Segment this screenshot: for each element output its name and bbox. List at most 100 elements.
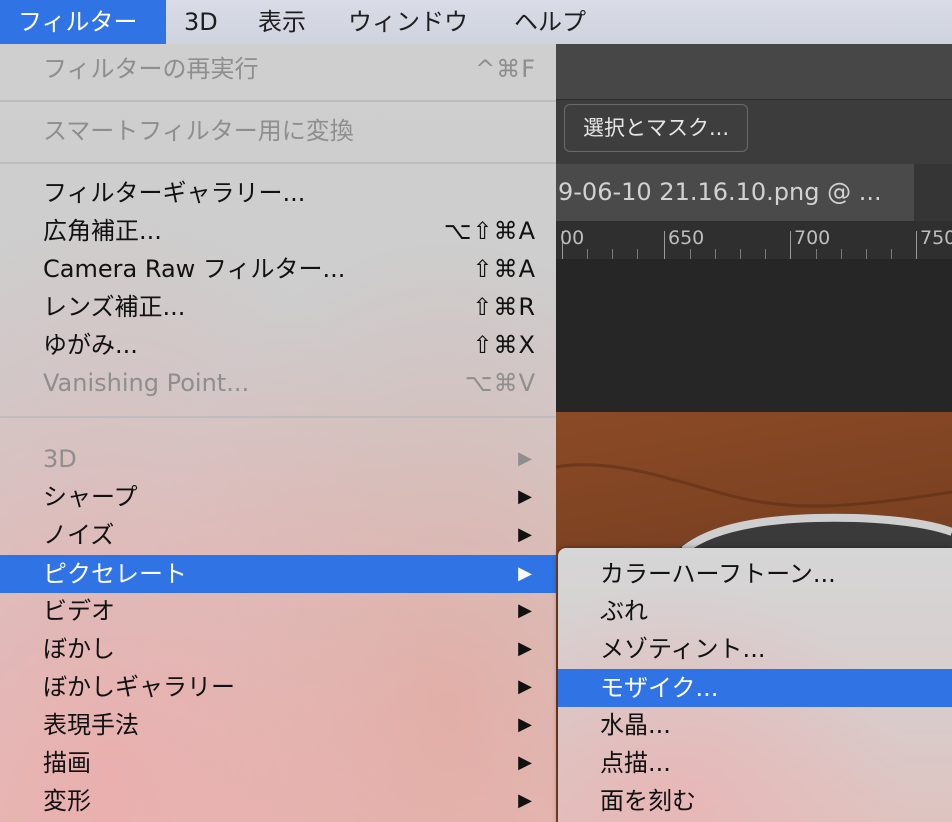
menu-filter[interactable]: フィルター [0, 0, 166, 44]
filter-menu: フィルターの再実行 ^⌘F スマートフィルター用に変換 フィルターギャラリー..… [0, 44, 556, 822]
submenu-arrow-icon: ▶ [518, 486, 532, 507]
pixelate-submenu: カラーハーフトーン... ぶれ メゾティント... モザイク... 水晶... … [558, 548, 952, 822]
submenu-item-color-halftone[interactable]: カラーハーフトーン... [558, 555, 952, 593]
menu-item-label: Camera Raw フィルター... [43, 255, 346, 283]
menu-item-label: フィルターの再実行 [43, 55, 259, 83]
menu-item-label: シャープ [43, 483, 138, 511]
submenu-item-mezzotint[interactable]: メゾティント... [558, 630, 952, 668]
canvas-pasteboard[interactable] [556, 259, 952, 412]
ruler-tick [790, 231, 791, 259]
menu-item-label: ピクセレート [43, 560, 187, 588]
submenu-arrow-icon: ▶ [518, 790, 532, 811]
menu-item-render[interactable]: 描画 ▶ [0, 744, 556, 782]
menu-item-label: 3D [43, 445, 77, 473]
submenu-item-pointillize[interactable]: 点描... [558, 744, 952, 782]
document-tab[interactable]: 9-06-10 21.16.10.png @ ... [556, 164, 914, 221]
submenu-arrow-icon: ▶ [518, 563, 532, 584]
menu-item-distort[interactable]: 変形 ▶ [0, 782, 556, 820]
menu-3d[interactable]: 3D [166, 0, 236, 44]
menu-item-pixelate[interactable]: ピクセレート ▶ [0, 555, 556, 593]
ruler-tick [866, 249, 867, 259]
menu-item-convert-smart-filter: スマートフィルター用に変換 [0, 112, 556, 150]
menu-item-label: レンズ補正... [43, 293, 186, 321]
menu-item-last-filter: フィルターの再実行 ^⌘F [0, 50, 556, 88]
menu-item-label: スマートフィルター用に変換 [43, 117, 354, 145]
ruler-tick [715, 249, 716, 259]
submenu-arrow-icon: ▶ [518, 448, 532, 469]
menu-item-filter-gallery[interactable]: フィルターギャラリー... [0, 174, 556, 212]
menu-item-3d: 3D ▶ [0, 440, 556, 478]
menu-item-label: モザイク... [600, 674, 719, 702]
tab-bar-empty [914, 164, 952, 221]
menu-item-label: ぶれ [600, 597, 648, 625]
menu-item-liquify[interactable]: ゆがみ... ⇧⌘X [0, 326, 556, 364]
ruler-tick [765, 249, 766, 259]
submenu-arrow-icon: ▶ [518, 752, 532, 773]
ruler-tick [841, 249, 842, 259]
submenu-arrow-icon: ▶ [518, 676, 532, 697]
submenu-arrow-icon: ▶ [518, 638, 532, 659]
menu-separator [0, 162, 556, 164]
submenu-arrow-icon: ▶ [518, 714, 532, 735]
menu-item-blur-gallery[interactable]: ぼかしギャラリー ▶ [0, 668, 556, 706]
menu-item-label: カラーハーフトーン... [600, 560, 836, 588]
menu-item-label: ぼかし [43, 635, 115, 663]
options-bar-top-strip [556, 44, 952, 100]
menu-item-label: 点描... [600, 749, 671, 777]
menu-item-label: 広角補正... [43, 217, 162, 245]
menu-item-adaptive-wide-angle[interactable]: 広角補正... ⌥⇧⌘A [0, 212, 556, 250]
menu-item-sharpen[interactable]: シャープ ▶ [0, 478, 556, 516]
menu-item-label: ノイズ [43, 521, 115, 549]
menu-item-label: メゾティント... [600, 635, 766, 663]
menu-item-label: 描画 [43, 749, 91, 777]
ruler-tick [740, 249, 741, 259]
menu-view[interactable]: 表示 [240, 0, 324, 44]
ruler-tick [612, 249, 613, 259]
ruler-tick [816, 249, 817, 259]
menu-item-label: Vanishing Point... [43, 369, 250, 397]
menu-separator [0, 416, 556, 418]
submenu-item-facet[interactable]: 面を刻む [558, 782, 952, 820]
menu-item-video[interactable]: ビデオ ▶ [0, 592, 556, 630]
ruler-label: 00 [560, 227, 585, 249]
menu-separator [0, 100, 556, 102]
ruler-tick [637, 249, 638, 259]
menu-bar: フィルター 3D 表示 ウィンドウ ヘルプ [0, 0, 952, 45]
menu-item-label: フィルターギャラリー... [43, 179, 306, 207]
menu-item-shortcut: ⌥⇧⌘A [443, 217, 536, 245]
menu-item-label: 水晶... [600, 711, 671, 739]
submenu-item-fragment[interactable]: ぶれ [558, 592, 952, 630]
submenu-item-mosaic[interactable]: モザイク... [558, 669, 952, 707]
menu-item-stylize[interactable]: 表現手法 ▶ [0, 706, 556, 744]
menu-item-label: ぼかしギャラリー [43, 673, 235, 701]
select-and-mask-button[interactable]: 選択とマスク... [564, 104, 748, 152]
submenu-item-crystallize[interactable]: 水晶... [558, 706, 952, 744]
menu-item-label: ビデオ [43, 597, 115, 625]
menu-item-shortcut: ⇧⌘X [472, 331, 536, 359]
menu-item-shortcut: ⇧⌘A [472, 255, 536, 283]
ruler-tick [587, 249, 588, 259]
menu-help[interactable]: ヘルプ [496, 0, 604, 44]
ruler-tick [916, 231, 917, 259]
ruler-label: 750 [920, 227, 952, 249]
horizontal-ruler[interactable]: 00 650 700 750 [556, 221, 952, 260]
ruler-tick [664, 231, 665, 259]
submenu-arrow-icon: ▶ [518, 524, 532, 545]
submenu-arrow-icon: ▶ [518, 600, 532, 621]
ruler-tick [690, 249, 691, 259]
options-bar: 選択とマスク... [556, 44, 952, 165]
menu-item-noise[interactable]: ノイズ ▶ [0, 516, 556, 554]
ruler-label: 700 [794, 227, 831, 249]
menu-item-shortcut: ⇧⌘R [472, 293, 536, 321]
menu-item-label: ゆがみ... [43, 331, 138, 359]
menu-item-camera-raw[interactable]: Camera Raw フィルター... ⇧⌘A [0, 250, 556, 288]
menu-item-shortcut: ^⌘F [475, 55, 536, 83]
menu-item-lens-correction[interactable]: レンズ補正... ⇧⌘R [0, 288, 556, 326]
menu-window[interactable]: ウィンドウ [330, 0, 486, 44]
menu-item-label: 表現手法 [43, 711, 139, 739]
menu-item-blur[interactable]: ぼかし ▶ [0, 630, 556, 668]
ruler-tick [891, 249, 892, 259]
menu-item-label: 変形 [43, 787, 91, 815]
ruler-label: 650 [668, 227, 705, 249]
menu-item-vanishing-point: Vanishing Point... ⌥⌘V [0, 364, 556, 402]
